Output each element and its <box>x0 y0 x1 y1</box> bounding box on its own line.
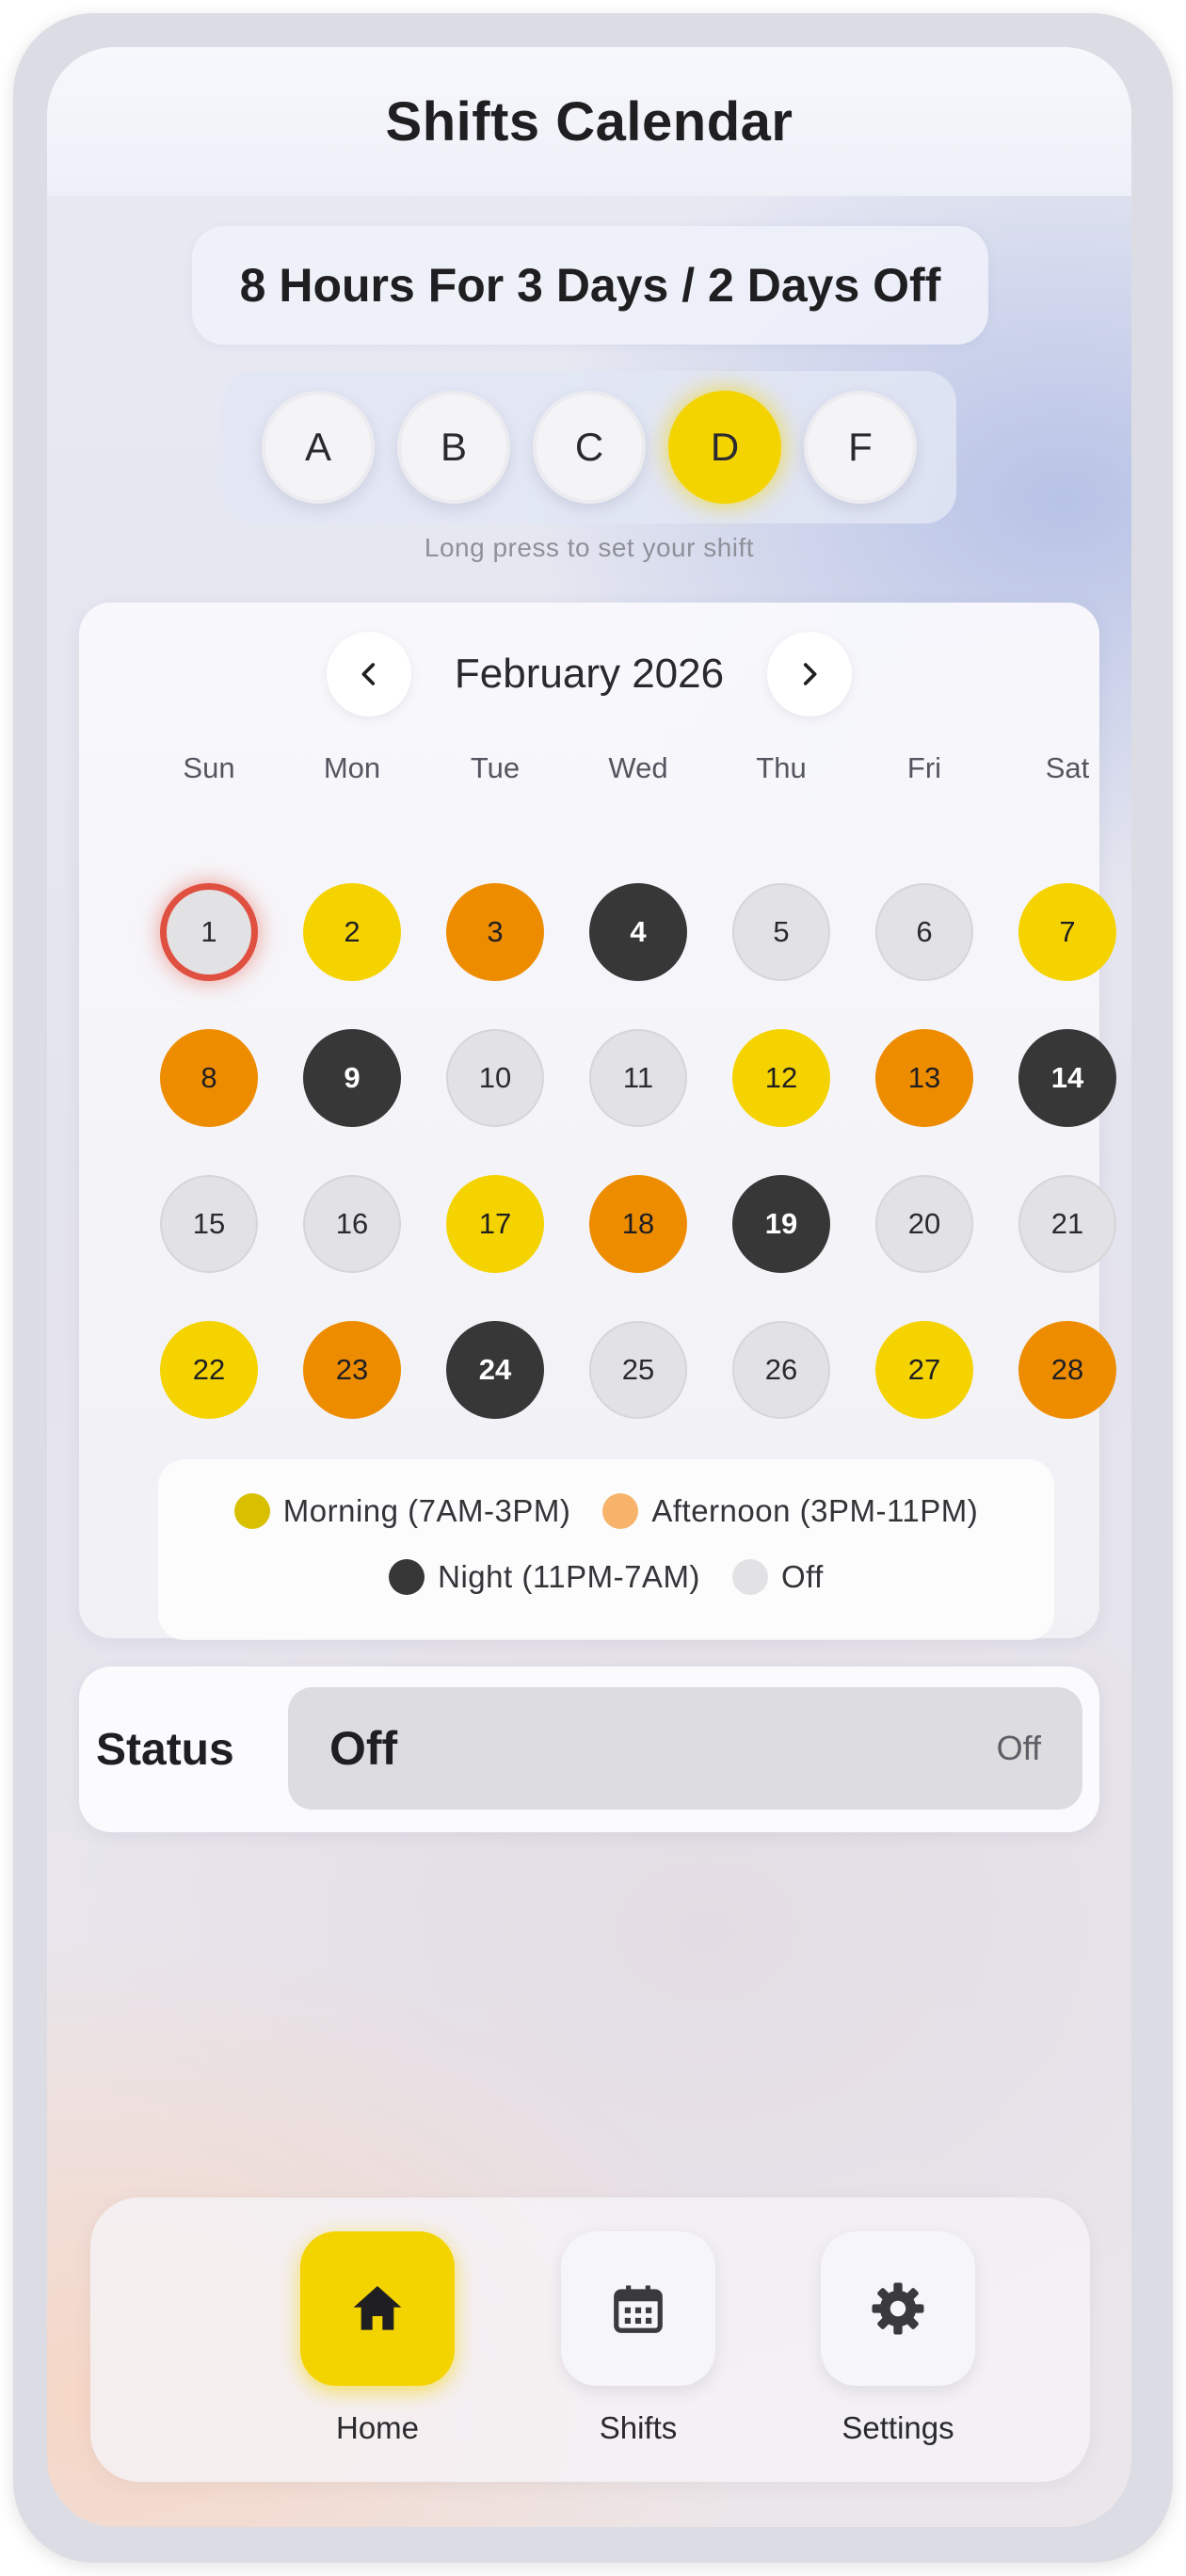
shift-button-b[interactable]: B <box>397 391 510 504</box>
legend-label-afternoon: Afternoon (3PM-11PM) <box>651 1493 979 1528</box>
nav-label-shifts: Shifts <box>599 2410 678 2445</box>
status-card: Status Off Off <box>79 1666 1099 1832</box>
calendar-day-23[interactable]: 23 <box>303 1321 401 1419</box>
shift-hint: Long press to set your shift <box>424 533 755 562</box>
calendar-day-9[interactable]: 9 <box>303 1029 401 1127</box>
calendar-day-8[interactable]: 8 <box>160 1029 258 1127</box>
legend-label-night: Night (11PM-7AM) <box>438 1559 700 1594</box>
shift-legend: Morning (7AM-3PM) Afternoon (3PM-11PM) N… <box>158 1459 1054 1640</box>
nav-settings-icon-box <box>821 2231 975 2386</box>
phone-frame: Shifts Calendar 8 Hours For 3 Days / 2 D… <box>13 13 1173 2563</box>
status-tag: Off <box>996 1729 1041 1767</box>
calendar-day-19[interactable]: 19 <box>732 1175 830 1273</box>
calendar-day-15[interactable]: 15 <box>160 1175 258 1273</box>
nav-label-settings: Settings <box>841 2410 954 2445</box>
legend-row: Night (11PM-7AM) Off <box>158 1559 1054 1595</box>
nav-label-home: Home <box>335 2410 420 2445</box>
status-field[interactable]: Off Off <box>288 1687 1082 1810</box>
shift-button-c[interactable]: C <box>533 391 646 504</box>
shift-pattern-label[interactable]: 8 Hours For 3 Days / 2 Days Off <box>192 226 988 345</box>
calendar-day-27[interactable]: 27 <box>875 1321 973 1419</box>
app-screen: Shifts Calendar 8 Hours For 3 Days / 2 D… <box>47 47 1131 2527</box>
calendar-card: February 2026 Sun Mon Tue Wed Thu Fri Sa… <box>79 603 1116 1640</box>
shift-button-d[interactable]: D <box>668 391 781 504</box>
calendar-icon <box>614 2285 663 2333</box>
calendar-day-4[interactable]: 4 <box>589 883 687 981</box>
calendar-day-18[interactable]: 18 <box>589 1175 687 1273</box>
calendar-day-25[interactable]: 25 <box>589 1321 687 1419</box>
calendar-day-13[interactable]: 13 <box>875 1029 973 1127</box>
calendar-day-14[interactable]: 14 <box>1018 1029 1116 1127</box>
calendar-day-26[interactable]: 26 <box>732 1321 830 1419</box>
bottom-navigation: Home Shifts Settings <box>90 2198 1090 2482</box>
calendar-day-17[interactable]: 17 <box>446 1175 544 1273</box>
calendar-day-16[interactable]: 16 <box>303 1175 401 1273</box>
legend-swatch-night <box>389 1559 425 1595</box>
shift-button-f[interactable]: F <box>804 391 917 504</box>
legend-label-off: Off <box>780 1559 824 1594</box>
calendar-day-7[interactable]: 7 <box>1018 883 1116 981</box>
legend-item-morning: Morning (7AM-3PM) <box>233 1493 571 1529</box>
calendar-day-1[interactable]: 1 <box>160 883 258 981</box>
calendar-day-20[interactable]: 20 <box>875 1175 973 1273</box>
calendar-day-11[interactable]: 11 <box>589 1029 687 1127</box>
calendar-day-2[interactable]: 2 <box>303 883 401 981</box>
legend-label-morning: Morning (7AM-3PM) <box>282 1493 571 1528</box>
calendar-day-12[interactable]: 12 <box>732 1029 830 1127</box>
status-value: Off <box>329 1722 398 1775</box>
home-icon <box>353 2286 402 2330</box>
nav-home[interactable]: Home <box>264 2198 490 2482</box>
legend-swatch-morning <box>233 1493 270 1529</box>
legend-swatch-afternoon <box>602 1493 639 1529</box>
legend-item-off: Off <box>731 1559 824 1595</box>
gear-icon <box>872 2282 924 2335</box>
calendar-day-21[interactable]: 21 <box>1018 1175 1116 1273</box>
legend-item-afternoon: Afternoon (3PM-11PM) <box>602 1493 978 1529</box>
nav-shifts-icon-box <box>561 2231 715 2386</box>
nav-home-icon-box <box>300 2231 455 2386</box>
shift-button-a[interactable]: A <box>262 391 375 504</box>
calendar-day-3[interactable]: 3 <box>446 883 544 981</box>
calendar-day-6[interactable]: 6 <box>875 883 973 981</box>
nav-shifts[interactable]: Shifts <box>525 2198 751 2482</box>
status-label: Status <box>96 1724 234 1775</box>
legend-swatch-off <box>731 1559 768 1595</box>
nav-settings[interactable]: Settings <box>785 2198 1011 2482</box>
shift-group-selector: A B C D F <box>222 371 956 523</box>
calendar-day-10[interactable]: 10 <box>446 1029 544 1127</box>
calendar-day-28[interactable]: 28 <box>1018 1321 1116 1419</box>
calendar-day-24[interactable]: 24 <box>446 1321 544 1419</box>
app-header: Shifts Calendar <box>47 47 1131 196</box>
calendar-day-22[interactable]: 22 <box>160 1321 258 1419</box>
calendar-day-5[interactable]: 5 <box>732 883 830 981</box>
legend-row: Morning (7AM-3PM) Afternoon (3PM-11PM) <box>158 1493 1054 1529</box>
legend-item-night: Night (11PM-7AM) <box>389 1559 700 1595</box>
page-title: Shifts Calendar <box>385 90 793 153</box>
